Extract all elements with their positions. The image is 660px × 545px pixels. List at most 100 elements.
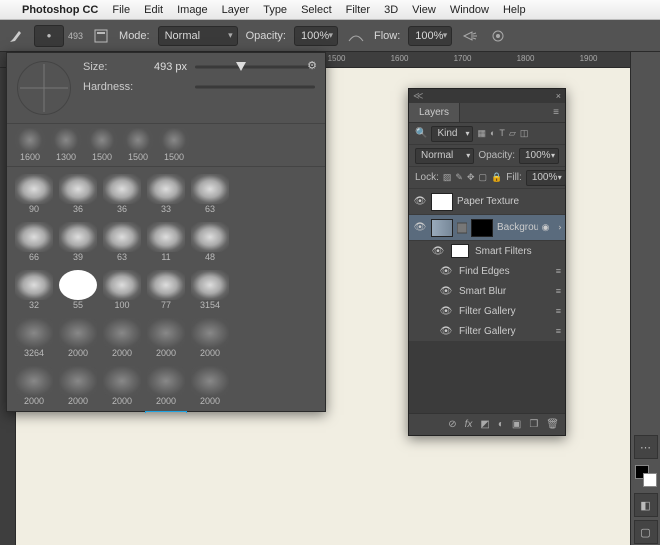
gear-icon[interactable]: ⚙ bbox=[307, 59, 317, 72]
opacity-select[interactable]: 100% bbox=[294, 26, 338, 46]
brush-preset[interactable]: 39 bbox=[57, 219, 99, 265]
filter-options-icon[interactable]: ≡ bbox=[556, 286, 561, 296]
panel-menu-icon[interactable]: ≡ bbox=[547, 107, 565, 118]
recent-brush[interactable]: 1500 bbox=[121, 128, 155, 162]
pressure-opacity-icon[interactable] bbox=[346, 26, 366, 46]
filter-name[interactable]: Filter Gallery bbox=[459, 326, 516, 337]
brush-preset[interactable]: 2000 bbox=[101, 363, 143, 409]
fill-value[interactable]: 100% bbox=[526, 170, 566, 186]
brush-preset[interactable]: 582 bbox=[57, 411, 99, 413]
blend-mode-select[interactable]: Normal bbox=[415, 148, 474, 164]
chevron-down-icon[interactable]: ⌃ bbox=[552, 224, 563, 232]
smart-filter-row[interactable]: 👁 Find Edges ≡ bbox=[409, 261, 565, 281]
menu-layer[interactable]: Layer bbox=[222, 4, 250, 16]
menu-image[interactable]: Image bbox=[177, 4, 208, 16]
brush-preset[interactable]: 100 bbox=[101, 267, 143, 313]
size-value[interactable]: 493 px bbox=[141, 61, 187, 73]
collapse-icon[interactable]: ≪ bbox=[413, 91, 423, 102]
visibility-icon[interactable]: 👁 bbox=[413, 222, 427, 233]
layer-mask-thumb[interactable] bbox=[471, 219, 493, 237]
layer-thumb[interactable] bbox=[431, 193, 453, 211]
airbrush-icon[interactable] bbox=[460, 26, 480, 46]
smart-filter-row[interactable]: 👁 Filter Gallery ≡ bbox=[409, 301, 565, 321]
layer-name[interactable]: Background bbox=[497, 222, 538, 233]
brush-preset[interactable]: 11 bbox=[145, 219, 187, 265]
visibility-icon[interactable]: 👁 bbox=[439, 266, 453, 277]
brush-preset[interactable]: 2000 bbox=[57, 315, 99, 361]
filter-icon[interactable]: 🔍 bbox=[415, 128, 427, 139]
filter-options-icon[interactable]: ≡ bbox=[556, 266, 561, 276]
link-layers-icon[interactable]: ⊘ bbox=[448, 419, 456, 430]
lock-icons[interactable]: ▨ ✎ ✥ ▢ 🔒 bbox=[443, 172, 502, 183]
brush-preset-picker[interactable]: ● bbox=[34, 25, 64, 47]
screenmode-icon[interactable]: ▢ bbox=[634, 520, 658, 544]
visibility-icon[interactable]: 👁 bbox=[439, 326, 453, 337]
layer-opacity-value[interactable]: 100% bbox=[519, 148, 559, 164]
smart-filters-header[interactable]: 👁 Smart Filters bbox=[409, 241, 565, 261]
mode-select[interactable]: Normal bbox=[158, 26, 238, 46]
menu-file[interactable]: File bbox=[112, 4, 130, 16]
brush-preset[interactable]: 32 bbox=[13, 267, 55, 313]
fx-icon[interactable]: fx bbox=[465, 419, 473, 430]
filter-options-icon[interactable]: ≡ bbox=[556, 326, 561, 336]
brush-preset[interactable]: 488 bbox=[189, 411, 231, 413]
pressure-size-icon[interactable] bbox=[488, 26, 508, 46]
layer-row[interactable]: 👁 Background ◉ ⌃ bbox=[409, 215, 565, 241]
trash-icon[interactable]: 🗑 bbox=[546, 419, 559, 430]
hardness-slider[interactable] bbox=[195, 81, 315, 93]
menu-window[interactable]: Window bbox=[450, 4, 489, 16]
mask-icon[interactable]: ◩ bbox=[480, 419, 489, 430]
visibility-icon[interactable]: 👁 bbox=[413, 196, 427, 207]
tool-item[interactable]: ⋯ bbox=[634, 435, 658, 459]
background-color[interactable] bbox=[643, 473, 657, 487]
brush-preset[interactable]: 3154 bbox=[189, 267, 231, 313]
brush-preset[interactable]: 2000 bbox=[101, 315, 143, 361]
size-slider[interactable] bbox=[195, 61, 315, 73]
brush-preset[interactable]: 33 bbox=[145, 171, 187, 217]
panel-titlebar[interactable]: ≪ × bbox=[409, 89, 565, 103]
brush-preset[interactable]: 36 bbox=[57, 171, 99, 217]
brush-preset[interactable]: 77 bbox=[145, 267, 187, 313]
recent-brush[interactable]: 1500 bbox=[157, 128, 191, 162]
layer-thumb[interactable] bbox=[431, 219, 453, 237]
brush-preset[interactable]: 480 bbox=[101, 411, 143, 413]
visibility-icon[interactable]: 👁 bbox=[431, 246, 445, 257]
filter-name[interactable]: Smart Blur bbox=[459, 286, 506, 297]
brush-preset[interactable]: 55 bbox=[57, 267, 99, 313]
recent-brush[interactable]: 1300 bbox=[49, 128, 83, 162]
app-name[interactable]: Photoshop CC bbox=[22, 4, 98, 16]
brush-tip-preview[interactable] bbox=[17, 61, 71, 115]
brush-preset[interactable]: 3264 bbox=[13, 315, 55, 361]
close-icon[interactable]: × bbox=[556, 91, 561, 101]
group-icon[interactable]: ▣ bbox=[512, 419, 521, 430]
filter-options-icon[interactable]: ≡ bbox=[556, 306, 561, 316]
visibility-icon[interactable]: 👁 bbox=[439, 286, 453, 297]
flow-select[interactable]: 100% bbox=[408, 26, 452, 46]
layer-filter-select[interactable]: Kind bbox=[431, 126, 473, 142]
brush-preset[interactable]: 90 bbox=[13, 171, 55, 217]
menu-edit[interactable]: Edit bbox=[144, 4, 163, 16]
brush-preset[interactable]: 63 bbox=[101, 219, 143, 265]
brush-preset[interactable]: 2000 bbox=[189, 315, 231, 361]
filter-mask-thumb[interactable] bbox=[451, 244, 469, 258]
layer-filter-icons[interactable]: ▦ ◐ T ▱ ◫ bbox=[477, 128, 528, 139]
brush-preset[interactable]: 2000 bbox=[57, 363, 99, 409]
smart-filter-toggle-icon[interactable]: ◉ bbox=[542, 222, 550, 233]
smart-filter-row[interactable]: 👁 Smart Blur ≡ bbox=[409, 281, 565, 301]
layer-name[interactable]: Paper Texture bbox=[457, 196, 561, 207]
brush-preset[interactable]: 493 bbox=[145, 411, 187, 413]
quickmask-icon[interactable]: ◧ bbox=[634, 493, 658, 517]
smart-filter-row[interactable]: 👁 Filter Gallery ≡ bbox=[409, 321, 565, 341]
brush-preset[interactable]: 63 bbox=[189, 171, 231, 217]
brush-preset[interactable]: 2000 bbox=[145, 315, 187, 361]
brush-grid[interactable]: 9036363363663963114832551007731543264200… bbox=[7, 167, 325, 413]
filter-name[interactable]: Filter Gallery bbox=[459, 306, 516, 317]
brush-preset[interactable]: 2000 bbox=[13, 411, 55, 413]
tool-brush-icon[interactable] bbox=[6, 26, 26, 46]
brush-preset[interactable]: 36 bbox=[101, 171, 143, 217]
brush-preset[interactable]: 48 bbox=[189, 219, 231, 265]
menu-view[interactable]: View bbox=[412, 4, 436, 16]
menu-3d[interactable]: 3D bbox=[384, 4, 398, 16]
brush-preset[interactable]: 66 bbox=[13, 219, 55, 265]
menu-filter[interactable]: Filter bbox=[346, 4, 370, 16]
